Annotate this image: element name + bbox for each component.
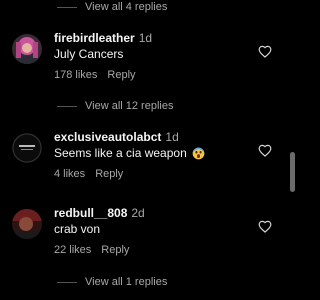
profile-photo-icon <box>12 209 42 239</box>
view-replies-button[interactable]: View all 1 replies <box>57 275 167 289</box>
comment-text: July Cancers <box>54 47 123 61</box>
comment-meta: 178 likes Reply <box>54 69 136 81</box>
comment-time: 1d <box>165 130 179 144</box>
username-link[interactable]: firebirdleather <box>54 31 135 45</box>
comment-meta: 4 likes Reply <box>54 168 123 180</box>
comment-header: exclusiveautolabct 1d <box>54 130 179 144</box>
avatar[interactable] <box>12 34 42 64</box>
reply-thread-line <box>57 281 77 283</box>
comment-item: firebirdleather 1d July Cancers 178 likes… <box>0 31 298 91</box>
comment-text-content: July Cancers <box>54 47 124 61</box>
comment-time: 1d <box>138 31 153 45</box>
heart-icon[interactable] <box>258 45 272 58</box>
view-replies-label: View all 1 replies <box>85 276 168 288</box>
comment-meta: 22 likes Reply <box>54 244 129 256</box>
view-replies-button[interactable]: View all 12 replies <box>57 99 173 113</box>
view-replies-label: View all 4 replies <box>85 1 168 13</box>
comment-item: exclusiveautolabct 1d Seems like a cia we… <box>0 130 298 190</box>
heart-icon[interactable] <box>258 220 272 233</box>
comment-item: redbull__808 2d crab von 22 likes Reply <box>0 206 298 266</box>
comment-header: firebirdleather 1d <box>54 31 152 45</box>
reply-thread-line <box>57 6 77 8</box>
reply-button[interactable]: Reply <box>95 168 123 180</box>
reply-thread-line <box>57 105 77 107</box>
username-link[interactable]: exclusiveautolabct <box>54 130 161 144</box>
brand-logo-icon <box>12 133 42 163</box>
face-screaming-emoji-icon <box>192 147 205 159</box>
reply-button[interactable]: Reply <box>107 69 135 81</box>
avatar[interactable] <box>12 209 42 239</box>
view-replies-button[interactable]: View all 4 replies <box>57 0 167 14</box>
reply-button[interactable]: Reply <box>101 244 129 256</box>
comment-text: Seems like a cia weapon <box>54 146 205 160</box>
scrollbar-thumb[interactable] <box>290 152 295 192</box>
comment-text-content: Seems like a cia weapon <box>54 146 187 160</box>
likes-count[interactable]: 22 likes <box>54 244 91 256</box>
likes-count[interactable]: 178 likes <box>54 69 97 81</box>
comment-text: crab von <box>54 222 100 236</box>
comment-text-content: crab von <box>54 222 101 236</box>
comment-header: redbull__808 2d <box>54 206 145 220</box>
scrollbar[interactable] <box>288 0 297 300</box>
comment-time: 2d <box>131 206 145 220</box>
profile-photo-icon <box>12 34 42 64</box>
username-link[interactable]: redbull__808 <box>54 206 127 220</box>
view-replies-label: View all 12 replies <box>85 100 174 112</box>
heart-icon[interactable] <box>258 144 272 157</box>
likes-count[interactable]: 4 likes <box>54 168 85 180</box>
avatar[interactable] <box>12 133 42 163</box>
